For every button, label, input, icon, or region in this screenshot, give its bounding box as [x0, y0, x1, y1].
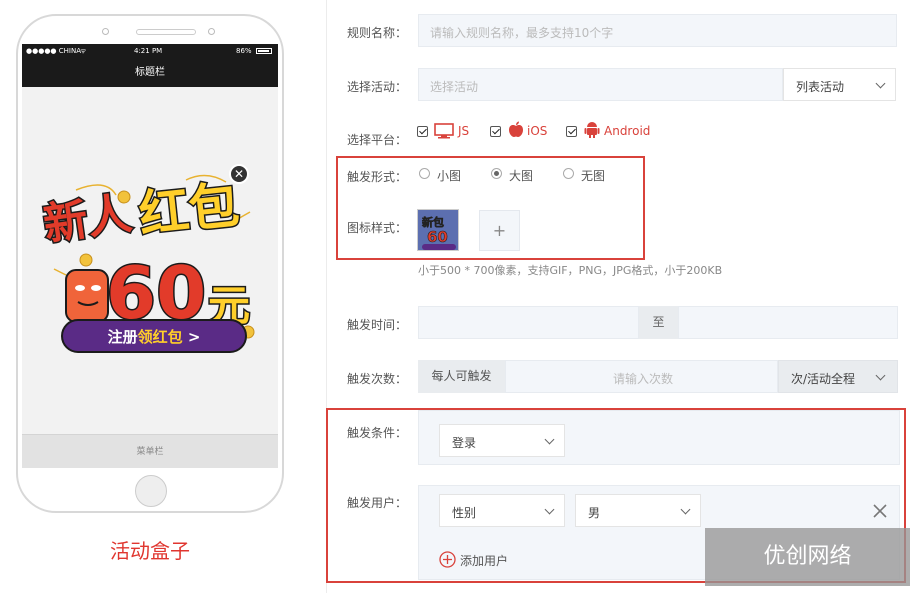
trigger-count-unit-select[interactable]: 次/活动全程 [778, 360, 898, 393]
activity-label: 选择活动： [347, 80, 408, 94]
apple-icon [509, 121, 523, 137]
svg-text:红包: 红包 [136, 176, 242, 244]
trigger-form-large-label: 大图 [509, 169, 534, 183]
trigger-time-end-input[interactable] [678, 306, 898, 339]
trigger-form-small-label: 小图 [437, 169, 462, 183]
close-icon[interactable]: ✕ [229, 164, 249, 184]
svg-text:注册领红包 >: 注册领红包 > [108, 328, 201, 346]
chevron-down-icon [544, 504, 555, 515]
phone-title-bar: 标题栏 [22, 58, 278, 87]
battery-text: 86% [236, 47, 252, 55]
platform-ios-label: iOS [527, 124, 548, 138]
activity-placeholder: 选择活动 [430, 80, 479, 94]
add-icon-button[interactable]: + [479, 210, 520, 251]
trigger-user-value: 男 [588, 506, 601, 520]
trigger-user-value-select[interactable]: 男 [575, 494, 701, 527]
trigger-user-label: 触发用户： [347, 496, 408, 510]
add-user-link[interactable]: 添加用户 [460, 552, 508, 569]
platform-android-checkbox[interactable] [566, 126, 577, 137]
front-camera [102, 28, 109, 35]
rule-name-label: 规则名称： [347, 26, 408, 40]
trigger-condition-select[interactable]: 登录 [439, 424, 565, 457]
battery-icon [256, 48, 272, 54]
trigger-condition-value: 登录 [452, 436, 477, 450]
rule-name-placeholder: 请输入规则名称，最多支持10个字 [430, 26, 614, 40]
phone-sensor [208, 28, 215, 35]
trigger-user-field-select[interactable]: 性别 [439, 494, 565, 527]
monitor-icon [434, 123, 454, 139]
phone-screen: ●●●●● CHINA ᯤ 4:21 PM 86% 标题栏 新人 红包 60 元 [22, 44, 278, 468]
icon-style-label: 图标样式： [347, 221, 408, 235]
red-packet-thumbnail-icon: 新包 60 [418, 210, 458, 250]
status-bar: ●●●●● CHINA ᯤ 4:21 PM 86% [22, 44, 278, 58]
trigger-condition-label: 触发条件： [347, 426, 408, 440]
trigger-time-label: 触发时间： [347, 318, 408, 332]
trigger-count-unit-value: 次/活动全程 [791, 372, 856, 386]
platform-js-checkbox[interactable] [417, 126, 428, 137]
phone-speaker [136, 29, 196, 35]
phone-caption: 活动盒子 [110, 539, 190, 563]
trigger-form-none-radio[interactable] [563, 168, 574, 179]
chevron-down-icon [680, 504, 691, 515]
trigger-count-label: 触发次数： [347, 372, 408, 386]
icon-style-hint: 小于500 * 700像素，支持GIF，PNG，JPG格式，小于200KB [418, 264, 723, 277]
trigger-form-small-radio[interactable] [419, 168, 430, 179]
platform-ios-checkbox[interactable] [490, 126, 501, 137]
activity-type-select[interactable]: 列表活动 [783, 68, 896, 101]
chevron-down-icon [544, 434, 555, 445]
svg-text:新包: 新包 [422, 215, 444, 229]
trigger-form-large-radio[interactable] [491, 168, 502, 179]
rule-name-input[interactable]: 请输入规则名称，最多支持10个字 [418, 14, 897, 47]
svg-text:60: 60 [427, 228, 448, 246]
phone-menu-bar: 菜单栏 [22, 434, 278, 468]
trigger-count-placeholder: 请输入次数 [613, 372, 674, 386]
activity-type-value: 列表活动 [796, 80, 845, 94]
red-packet-banner: 新人 红包 60 元 注册领红包 > [39, 174, 255, 353]
status-time: 4:21 PM [134, 47, 163, 55]
trigger-count-input[interactable]: 请输入次数 [505, 360, 778, 393]
platform-label: 选择平台： [347, 133, 408, 147]
activity-input[interactable]: 选择活动 [418, 68, 783, 101]
trigger-form-label: 触发形式： [347, 170, 408, 184]
trigger-form-none-label: 无图 [581, 169, 606, 183]
add-circle-icon[interactable] [439, 551, 456, 568]
watermark: 优创网络 [705, 528, 910, 586]
icon-thumbnail[interactable]: 新包 60 [417, 209, 459, 251]
trigger-time-start-input[interactable] [418, 306, 639, 339]
remove-user-icon[interactable] [873, 504, 887, 518]
chevron-down-icon [875, 78, 886, 89]
trigger-count-prefix: 每人可触发 [418, 360, 505, 393]
trigger-time-separator: 至 [639, 306, 678, 339]
platform-android-label: Android [604, 124, 651, 138]
carrier-text: ●●●●● CHINA [26, 47, 82, 55]
platform-js-label: JS [458, 124, 470, 138]
wifi-icon: ᯤ [80, 47, 87, 55]
trigger-user-field-value: 性别 [452, 506, 477, 520]
home-button [135, 475, 167, 507]
android-icon [584, 122, 600, 138]
mascot-icon [65, 269, 109, 323]
chevron-down-icon [875, 370, 886, 381]
svg-text:新人: 新人 [40, 188, 134, 251]
